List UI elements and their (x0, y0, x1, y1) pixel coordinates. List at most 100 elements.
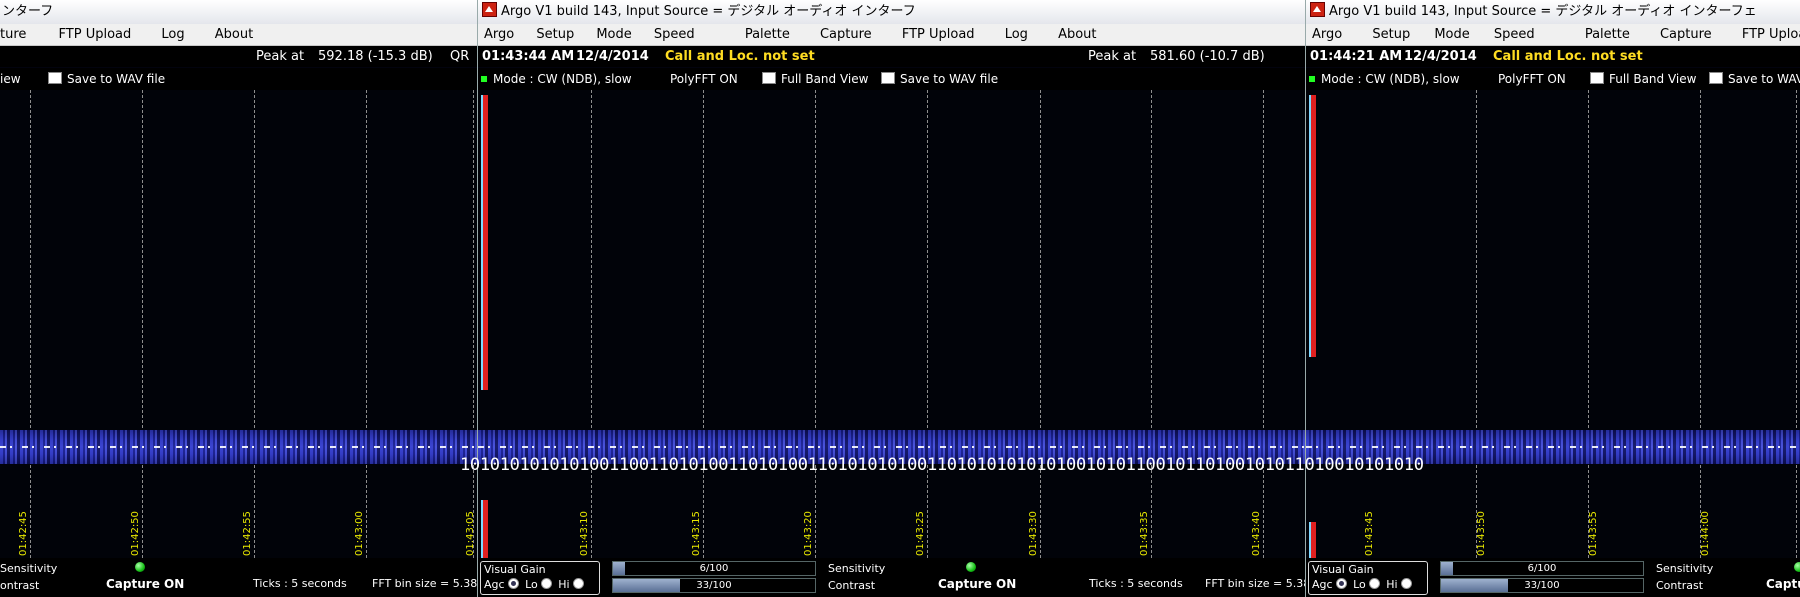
save-wav-option[interactable]: Save to WAV fi (1709, 68, 1800, 90)
contrast-label: ontrast (0, 579, 40, 592)
menu-capture[interactable]: ture (0, 24, 38, 45)
peak-marker-bar (1311, 95, 1316, 357)
clock-date: 12/4/2014 (576, 49, 649, 64)
menu-speed[interactable]: Speed (1488, 24, 1575, 45)
visual-gain-label: Visual Gain (484, 563, 546, 576)
sensitivity-slider[interactable]: 6/100 (1440, 561, 1644, 576)
contrast-slider[interactable]: 33/100 (1440, 578, 1644, 593)
capture-led-icon (966, 562, 976, 572)
tick-gridline (30, 90, 31, 558)
mode-bar: Mode : CW (NDB), slow PolyFFT ON Full Ba… (478, 68, 1306, 90)
menu-mode[interactable]: Mode (1428, 24, 1483, 45)
agc-radio[interactable] (1335, 578, 1347, 589)
ticks-info: Ticks : 5 seconds (1089, 577, 1183, 590)
tick-gridline (1588, 90, 1589, 558)
tick-label: 01:42:45 (18, 511, 29, 556)
full-band-checkbox[interactable] (1590, 72, 1604, 84)
menu-ftp-upload[interactable]: FTP Upload (896, 24, 995, 45)
polyfft-status: PolyFFT ON (670, 72, 738, 86)
argo-window-left: ンターフ ture FTP Upload Log About Peak at 5… (0, 0, 477, 597)
info-bar: 01:44:21 AM 12/4/2014 Call and Loc. not … (1306, 46, 1800, 67)
tick-gridline (1263, 90, 1264, 558)
save-wav-checkbox[interactable] (1709, 72, 1723, 84)
capture-led-icon (135, 562, 145, 572)
menu-bar: Argo Setup Mode Speed Palette Capture FT… (1306, 24, 1800, 46)
agc-label: Agc (484, 578, 505, 591)
menu-speed[interactable]: Speed (648, 24, 735, 45)
agc-label: Agc (1312, 578, 1333, 591)
full-band-view-partial: iew (0, 72, 21, 86)
lo-radio[interactable] (540, 578, 552, 589)
menu-argo[interactable]: Argo (478, 24, 526, 45)
ticks-info: Ticks : 5 seconds (253, 577, 347, 590)
waterfall-display[interactable]: 01:43:45 01:43:50 01:43:55 01:44:00 (1306, 90, 1800, 558)
hi-radio[interactable] (572, 578, 584, 589)
call-status: Call and Loc. not set (1493, 49, 1643, 64)
sensitivity-slider[interactable]: 6/100 (612, 561, 816, 576)
menu-argo[interactable]: Argo (1306, 24, 1362, 45)
tick-label: 01:43:25 (915, 511, 926, 556)
peak-marker-bar (1311, 522, 1316, 558)
peak-label: Peak at (1088, 49, 1137, 64)
tick-gridline (473, 90, 474, 558)
menu-palette[interactable]: Palette (1579, 24, 1650, 45)
save-wav-checkbox[interactable] (48, 72, 62, 84)
tick-gridline (815, 90, 816, 558)
lo-radio[interactable] (1368, 578, 1380, 589)
capture-status[interactable]: Captu (1766, 577, 1800, 591)
sensitivity-label: Sensitivity (0, 562, 58, 575)
hi-label: Hi (1386, 578, 1398, 591)
menu-ftp-upload[interactable]: FTP Upload (1736, 24, 1800, 45)
full-band-checkbox[interactable] (762, 72, 776, 84)
waterfall-display[interactable]: 01:43:10 01:43:15 01:43:20 01:43:25 01:4… (478, 90, 1306, 558)
info-bar: Peak at 592.18 (-15.3 dB) QR (0, 46, 477, 67)
fft-bin-size: FFT bin size = 5.38 H (372, 577, 477, 590)
cw-signal-trace (1306, 446, 1800, 448)
contrast-slider[interactable]: 33/100 (612, 578, 816, 593)
menu-bar: ture FTP Upload Log About (0, 24, 477, 46)
menu-about[interactable]: About (1052, 24, 1108, 45)
save-wav-label: Save to WAV file (67, 72, 166, 86)
visual-gain-label: Visual Gain (1312, 563, 1374, 576)
waterfall-display[interactable]: 01:42:45 01:42:50 01:42:55 01:43:00 01:4… (0, 90, 477, 558)
window-title: ンターフ (2, 4, 54, 19)
hi-radio[interactable] (1400, 578, 1412, 589)
menu-about[interactable]: About (209, 24, 265, 45)
peak-marker-bar (483, 500, 488, 558)
capture-status[interactable]: Capture ON (938, 577, 1016, 591)
menu-log[interactable]: Log (155, 24, 196, 45)
agc-radio[interactable] (507, 578, 519, 589)
contrast-label: Contrast (1656, 579, 1704, 592)
visual-gain-group: Visual Gain Agc Lo Hi (480, 561, 600, 595)
menu-capture[interactable]: Capture (1654, 24, 1732, 45)
menu-log[interactable]: Log (999, 24, 1048, 45)
mode-status-led (481, 76, 487, 82)
mode-bar: Mode : CW (NDB), slow PolyFFT ON Full Ba… (1306, 68, 1800, 90)
mode-bar: iew Save to WAV file (0, 68, 477, 90)
save-wav-label: Save to WAV file (900, 72, 999, 86)
menu-setup[interactable]: Setup (530, 24, 586, 45)
tick-gridline (591, 90, 592, 558)
save-wav-option[interactable]: Save to WAV file (881, 68, 998, 90)
menu-capture[interactable]: Capture (814, 24, 892, 45)
menu-setup[interactable]: Setup (1366, 24, 1424, 45)
slider-value: 33/100 (696, 580, 732, 591)
slider-value: 6/100 (699, 563, 729, 574)
save-wav-label: Save to WAV fi (1728, 72, 1800, 86)
tick-label: 01:42:55 (242, 511, 253, 556)
save-wav-option[interactable]: Save to WAV file (48, 68, 165, 90)
tick-label: 01:43:50 (1476, 511, 1487, 556)
tick-gridline (1796, 90, 1797, 558)
hi-label: Hi (558, 578, 570, 591)
cw-signal-trace (478, 446, 1306, 448)
full-band-option[interactable]: Full Band View (762, 68, 868, 90)
argo-app-icon (1310, 2, 1325, 17)
full-band-option[interactable]: Full Band View (1590, 68, 1696, 90)
menu-ftp-upload[interactable]: FTP Upload (53, 24, 144, 45)
save-wav-checkbox[interactable] (881, 72, 895, 84)
menu-mode[interactable]: Mode (590, 24, 643, 45)
menu-palette[interactable]: Palette (739, 24, 810, 45)
lo-label: Lo (1353, 578, 1366, 591)
tick-label: 01:43:45 (1364, 511, 1375, 556)
title-bar: ンターフ (0, 0, 477, 24)
